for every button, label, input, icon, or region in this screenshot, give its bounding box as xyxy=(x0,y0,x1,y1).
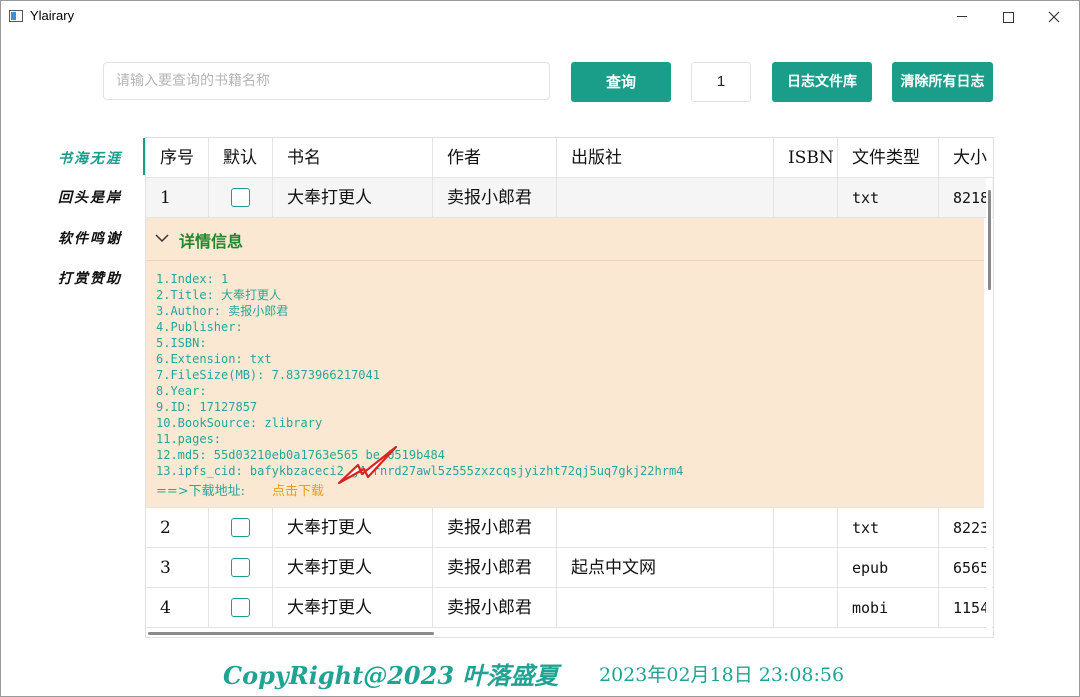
sidebar-item-donate[interactable]: 打赏赞助 xyxy=(58,268,122,288)
author-cell: 卖报小郎君 xyxy=(433,588,557,627)
clear-logs-button[interactable]: 清除所有日志 xyxy=(892,62,993,102)
ext-cell: txt xyxy=(838,508,939,547)
default-cell xyxy=(209,508,273,547)
ext-cell: txt xyxy=(838,178,939,217)
index-cell: 4 xyxy=(146,588,209,627)
detail-title: 详情信息 xyxy=(179,232,244,251)
books-table: 序号 默认 书名 作者 出版社 ISBN 文件类型 大小 1 大奉打更人 卖报小… xyxy=(145,137,994,638)
default-checkbox[interactable] xyxy=(231,558,250,577)
detail-line: 13.ipfs_cid: bafykbzaceci2 g4 rnrd27awl5… xyxy=(156,464,684,478)
minimize-button[interactable] xyxy=(939,1,985,33)
title-cell: 大奉打更人 xyxy=(273,508,433,547)
isbn-cell xyxy=(774,178,838,217)
detail-line: 5.ISBN: xyxy=(156,336,207,350)
default-cell xyxy=(209,178,273,217)
detail-line: 12.md5: 55d03210eb0a1763e565 be 0519b484 xyxy=(156,448,445,462)
author-cell: 卖报小郎君 xyxy=(433,178,557,217)
title-bar[interactable]: Ylairary xyxy=(1,1,1079,33)
index-cell: 3 xyxy=(146,548,209,587)
detail-line: 7.FileSize(MB): 7.8373966217041 xyxy=(156,368,380,382)
column-header[interactable]: 出版社 xyxy=(557,138,774,177)
table-row[interactable]: 3 大奉打更人 卖报小郎君 起点中文网 epub 6565 xyxy=(146,548,993,588)
search-input[interactable] xyxy=(103,62,550,100)
log-library-button[interactable]: 日志文件库 xyxy=(772,62,872,102)
publisher-cell xyxy=(557,178,774,217)
table-row[interactable]: 1 大奉打更人 卖报小郎君 txt 8218 xyxy=(146,178,993,218)
detail-line: 2.Title: 大奉打更人 xyxy=(156,288,282,302)
page-number-input[interactable]: 1 xyxy=(691,62,751,102)
publisher-cell xyxy=(557,588,774,627)
maximize-button[interactable] xyxy=(985,1,1031,33)
detail-line: 11.pages: xyxy=(156,432,222,446)
column-header[interactable]: 大小 xyxy=(939,138,993,177)
detail-line: 9.ID: 17127857 xyxy=(156,400,258,414)
table-row[interactable]: 2 大奉打更人 卖报小郎君 txt 8223 xyxy=(146,508,993,548)
close-icon xyxy=(1048,11,1060,23)
detail-line: 10.BookSource: zlibrary xyxy=(156,416,323,430)
column-header[interactable]: 序号 xyxy=(146,138,209,177)
sidebar-item-credits[interactable]: 软件鸣谢 xyxy=(58,228,122,248)
publisher-cell xyxy=(557,508,774,547)
column-header[interactable]: 默认 xyxy=(209,138,273,177)
horizontal-scrollbar-thumb[interactable] xyxy=(148,632,434,635)
column-header[interactable]: 作者 xyxy=(433,138,557,177)
detail-line: 6.Extension: txt xyxy=(156,352,272,366)
default-cell xyxy=(209,548,273,587)
chevron-down-icon xyxy=(155,234,169,243)
column-header[interactable]: 书名 xyxy=(273,138,433,177)
detail-line: 4.Publisher: xyxy=(156,320,243,334)
index-cell: 1 xyxy=(146,178,209,217)
detail-lines: 1.Index: 1 2.Title: 大奉打更人 3.Author: 卖报小郎… xyxy=(156,271,683,479)
query-button[interactable]: 查询 xyxy=(571,62,671,102)
maximize-icon xyxy=(1002,12,1014,23)
default-checkbox[interactable] xyxy=(231,188,250,207)
default-cell xyxy=(209,588,273,627)
sidebar-item-books[interactable]: 书海无涯 xyxy=(58,148,122,168)
close-button[interactable] xyxy=(1031,1,1077,33)
author-cell: 卖报小郎君 xyxy=(433,508,557,547)
detail-panel: 详情信息 1.Index: 1 2.Title: 大奉打更人 3.Author:… xyxy=(146,218,984,508)
table-header: 序号 默认 书名 作者 出版社 ISBN 文件类型 大小 xyxy=(146,138,993,178)
ext-cell: mobi xyxy=(838,588,939,627)
app-icon xyxy=(9,10,23,22)
publisher-cell: 起点中文网 xyxy=(557,548,774,587)
detail-line: 8.Year: xyxy=(156,384,207,398)
vertical-scrollbar-thumb[interactable] xyxy=(988,190,991,290)
default-checkbox[interactable] xyxy=(231,518,250,537)
app-window: Ylairary 查询 1 日志文件库 清除所有日志 书海无涯 回头是岸 软件鸣… xyxy=(0,0,1080,697)
download-label: ==>下载地址: xyxy=(156,484,246,499)
isbn-cell xyxy=(774,508,838,547)
detail-line: 3.Author: 卖报小郎君 xyxy=(156,304,289,318)
sidebar-item-back[interactable]: 回头是岸 xyxy=(58,187,122,207)
minimize-icon xyxy=(957,16,967,17)
ext-cell: epub xyxy=(838,548,939,587)
column-header[interactable]: ISBN xyxy=(774,138,838,177)
window-title: Ylairary xyxy=(30,8,75,23)
title-cell: 大奉打更人 xyxy=(273,588,433,627)
index-cell: 2 xyxy=(146,508,209,547)
detail-line: 1.Index: 1 xyxy=(156,272,229,286)
title-cell: 大奉打更人 xyxy=(273,178,433,217)
isbn-cell xyxy=(774,548,838,587)
download-link[interactable]: 点击下载 xyxy=(272,480,324,499)
default-checkbox[interactable] xyxy=(231,598,250,617)
table-row[interactable]: 4 大奉打更人 卖报小郎君 mobi 1154 xyxy=(146,588,993,628)
column-header[interactable]: 文件类型 xyxy=(838,138,939,177)
red-arrow-annotation xyxy=(337,445,398,485)
title-cell: 大奉打更人 xyxy=(273,548,433,587)
detail-header[interactable]: 详情信息 xyxy=(146,218,984,261)
author-cell: 卖报小郎君 xyxy=(433,548,557,587)
datetime-text: 2023年02月18日 23:08:56 xyxy=(599,664,845,686)
isbn-cell xyxy=(774,588,838,627)
copyright-text: CopyRight@2023 叶落盛夏 xyxy=(223,661,559,690)
